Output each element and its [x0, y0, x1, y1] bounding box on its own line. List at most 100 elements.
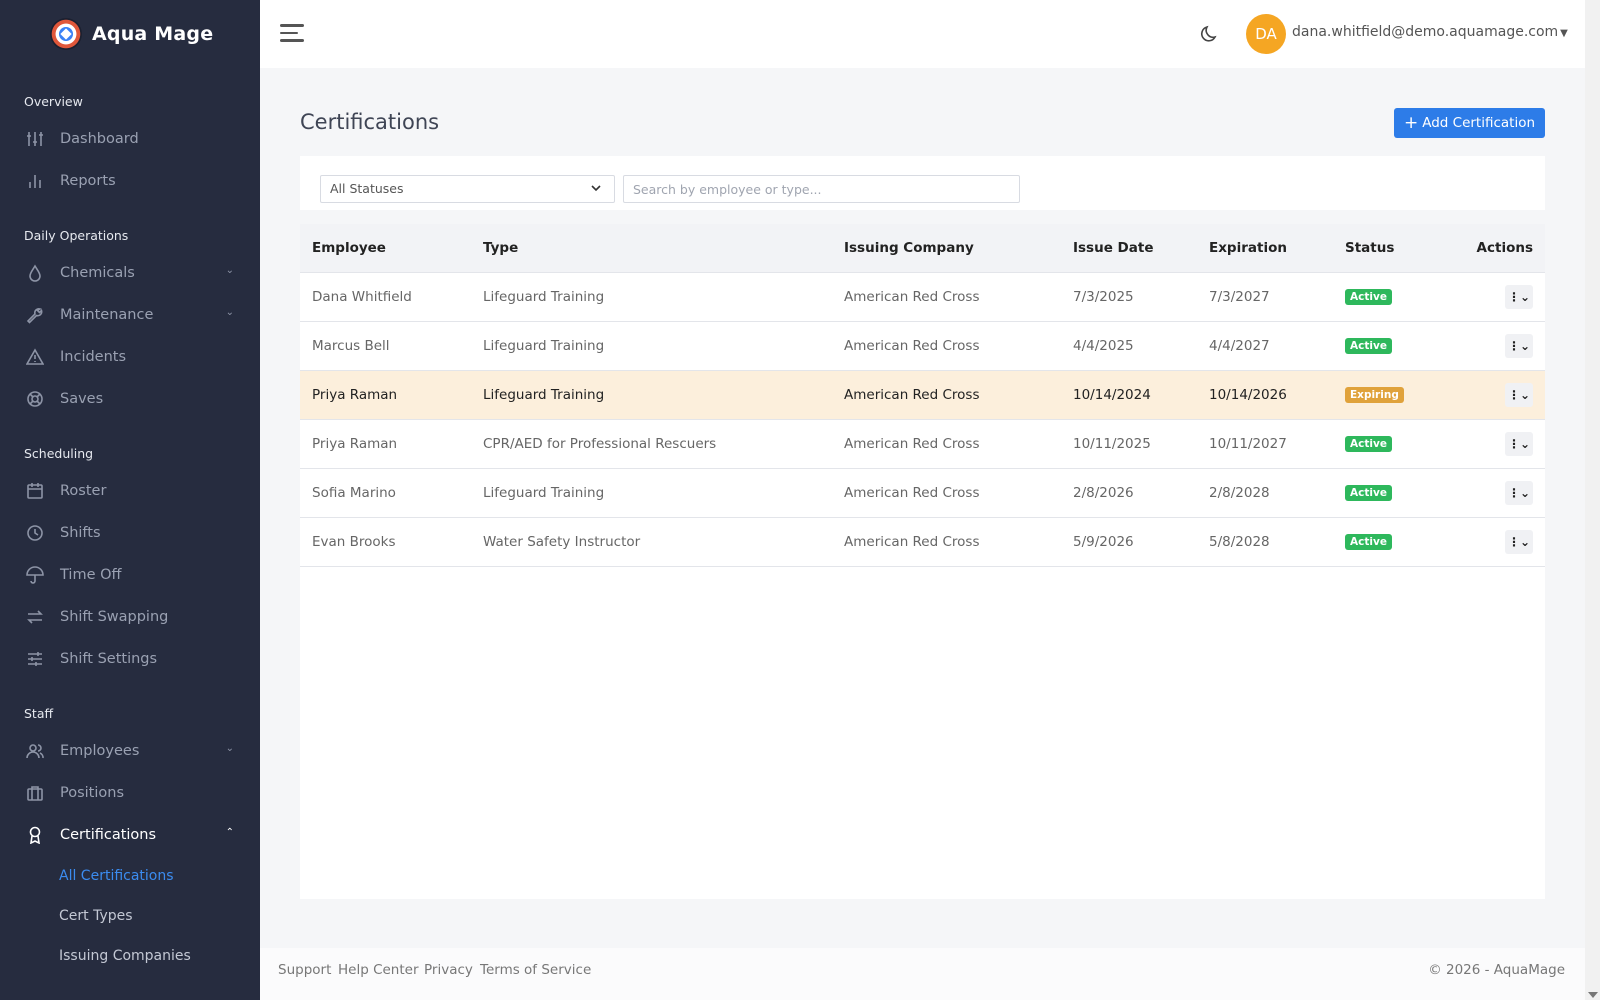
row-actions-button[interactable]: ⋮⌄ — [1505, 529, 1533, 554]
users-icon — [26, 742, 44, 760]
status-badge: Expiring — [1345, 387, 1404, 403]
table-row[interactable]: Marcus Bell Lifeguard Training American … — [300, 321, 1545, 370]
sidebar-item-shifts[interactable]: Shifts — [0, 512, 260, 554]
cell-status: Active — [1333, 272, 1433, 321]
row-actions-button[interactable]: ⋮⌄ — [1505, 333, 1533, 358]
sidebar-item-label: Shift Swapping — [60, 609, 169, 625]
cell-actions: ⋮⌄ — [1433, 272, 1545, 321]
bar-chart-icon — [26, 172, 44, 190]
lifebuoy-icon — [26, 390, 44, 408]
row-actions-button[interactable]: ⋮⌄ — [1505, 284, 1533, 309]
footer-link-privacy[interactable]: Privacy — [424, 962, 473, 978]
sidebar-item-chemicals[interactable]: Chemicals ⌄ — [0, 252, 260, 294]
brand[interactable]: Aqua Mage — [0, 0, 260, 68]
sidebar: Aqua Mage Overview Dashboard Reports Dai… — [0, 0, 260, 1000]
scroll-down-arrow-icon[interactable] — [1588, 992, 1598, 998]
table-row[interactable]: Evan Brooks Water Safety Instructor Amer… — [300, 517, 1545, 566]
cell-type: Water Safety Instructor — [483, 533, 641, 550]
cell-employee: Dana Whitfield — [312, 288, 412, 305]
sidebar-subitem-all-certifications[interactable]: All Certifications — [0, 856, 260, 896]
cell-status: Expiring — [1333, 370, 1433, 419]
status-badge: Active — [1345, 436, 1392, 452]
cell-actions: ⋮⌄ — [1433, 517, 1545, 566]
sidebar-item-label: Dashboard — [60, 131, 139, 147]
sidebar-item-shift-swapping[interactable]: Shift Swapping — [0, 596, 260, 638]
sidebar-item-roster[interactable]: Roster — [0, 470, 260, 512]
search-input[interactable] — [623, 175, 1020, 203]
table-row[interactable]: Sofia Marino Lifeguard Training American… — [300, 468, 1545, 517]
cell-expiration: 2/8/2028 — [1209, 484, 1270, 501]
status-badge: Active — [1345, 289, 1392, 305]
avatar[interactable]: DA — [1246, 14, 1286, 54]
menu-toggle-icon[interactable] — [280, 24, 304, 44]
sidebar-item-incidents[interactable]: Incidents — [0, 336, 260, 378]
cell-employee: Priya Raman — [312, 435, 398, 452]
row-actions-button[interactable]: ⋮⌄ — [1505, 431, 1533, 456]
footer-link-terms[interactable]: Terms of Service — [480, 962, 591, 978]
sidebar-item-maintenance[interactable]: Maintenance ⌄ — [0, 294, 260, 336]
table-row[interactable]: Dana Whitfield Lifeguard Training Americ… — [300, 272, 1545, 321]
cell-issue-date: 4/4/2025 — [1073, 337, 1134, 354]
status-badge: Active — [1345, 534, 1392, 550]
column-header-issuing-company[interactable]: Issuing Company — [832, 224, 1061, 273]
column-header-employee[interactable]: Employee — [300, 224, 471, 273]
sidebar-item-label: Employees — [60, 743, 140, 759]
table-row[interactable]: Priya Raman CPR/AED for Professional Res… — [300, 419, 1545, 468]
section-daily-operations: Daily Operations — [24, 228, 129, 243]
vertical-scrollbar[interactable] — [1585, 0, 1600, 1000]
row-actions-button[interactable]: ⋮⌄ — [1505, 480, 1533, 505]
sidebar-item-time-off[interactable]: Time Off — [0, 554, 260, 596]
sidebar-item-label: Saves — [60, 391, 104, 407]
sidebar-item-reports[interactable]: Reports — [0, 160, 260, 202]
chevron-down-icon — [591, 185, 601, 192]
table-header-row: Employee Type Issuing Company Issue Date… — [300, 224, 1545, 273]
cell-expiration: 10/11/2027 — [1209, 435, 1287, 452]
user-email: dana.whitfield@demo.aquamage.com — [1292, 24, 1559, 40]
sidebar-item-label: Certifications — [60, 827, 157, 843]
sidebar-item-dashboard[interactable]: Dashboard — [0, 118, 260, 160]
cell-company: American Red Cross — [844, 435, 980, 452]
section-scheduling: Scheduling — [24, 446, 94, 461]
cell-employee: Evan Brooks — [312, 533, 396, 550]
sidebar-item-positions[interactable]: Positions — [0, 772, 260, 814]
cell-employee: Sofia Marino — [312, 484, 396, 501]
status-filter-select[interactable]: All Statuses — [320, 175, 615, 203]
column-header-status[interactable]: Status — [1333, 224, 1433, 273]
cell-type: Lifeguard Training — [483, 484, 605, 501]
cell-issue-date: 5/9/2026 — [1073, 533, 1134, 550]
cell-type: CPR/AED for Professional Rescuers — [483, 435, 717, 452]
sidebar-item-certifications[interactable]: Certifications ⌃ — [0, 814, 260, 856]
column-header-type[interactable]: Type — [471, 224, 832, 273]
table-row[interactable]: Priya Raman Lifeguard Training American … — [300, 370, 1545, 419]
sidebar-item-label: Reports — [60, 173, 116, 189]
footer-link-support[interactable]: Support — [278, 962, 331, 978]
column-header-expiration[interactable]: Expiration — [1197, 224, 1333, 273]
cell-company: American Red Cross — [844, 337, 980, 354]
column-header-issue-date[interactable]: Issue Date — [1061, 224, 1197, 273]
cell-actions: ⋮⌄ — [1433, 370, 1545, 419]
sidebar-item-label: Chemicals — [60, 265, 135, 281]
sidebar-item-label: Incidents — [60, 349, 127, 365]
sidebar-item-shift-settings[interactable]: Shift Settings — [0, 638, 260, 680]
sidebar-item-label: Shift Settings — [60, 651, 158, 667]
topbar: DA dana.whitfield@demo.aquamage.com ▼ — [260, 0, 1585, 68]
status-badge: Active — [1345, 338, 1392, 354]
cell-company: American Red Cross — [844, 386, 980, 403]
sidebar-subitem-cert-types[interactable]: Cert Types — [0, 896, 260, 936]
dark-mode-moon-icon[interactable] — [1200, 24, 1220, 44]
cell-issue-date: 10/11/2025 — [1073, 435, 1151, 452]
row-actions-button[interactable]: ⋮⌄ — [1505, 382, 1533, 407]
footer-link-help-center[interactable]: Help Center — [338, 962, 419, 978]
cell-issue-date: 7/3/2025 — [1073, 288, 1134, 305]
add-certification-button[interactable]: + Add Certification — [1394, 108, 1545, 138]
user-menu[interactable]: dana.whitfield@demo.aquamage.com ▼ — [1292, 24, 1568, 40]
sidebar-item-employees[interactable]: Employees ⌄ — [0, 730, 260, 772]
status-badge: Active — [1345, 485, 1392, 501]
sidebar-subitem-issuing-companies[interactable]: Issuing Companies — [0, 936, 260, 976]
cell-actions: ⋮⌄ — [1433, 468, 1545, 517]
wrench-icon — [26, 306, 44, 324]
chevron-up-icon: ⌃ — [225, 827, 234, 838]
calendar-icon — [26, 482, 44, 500]
warning-triangle-icon — [26, 348, 44, 366]
sidebar-item-saves[interactable]: Saves — [0, 378, 260, 420]
